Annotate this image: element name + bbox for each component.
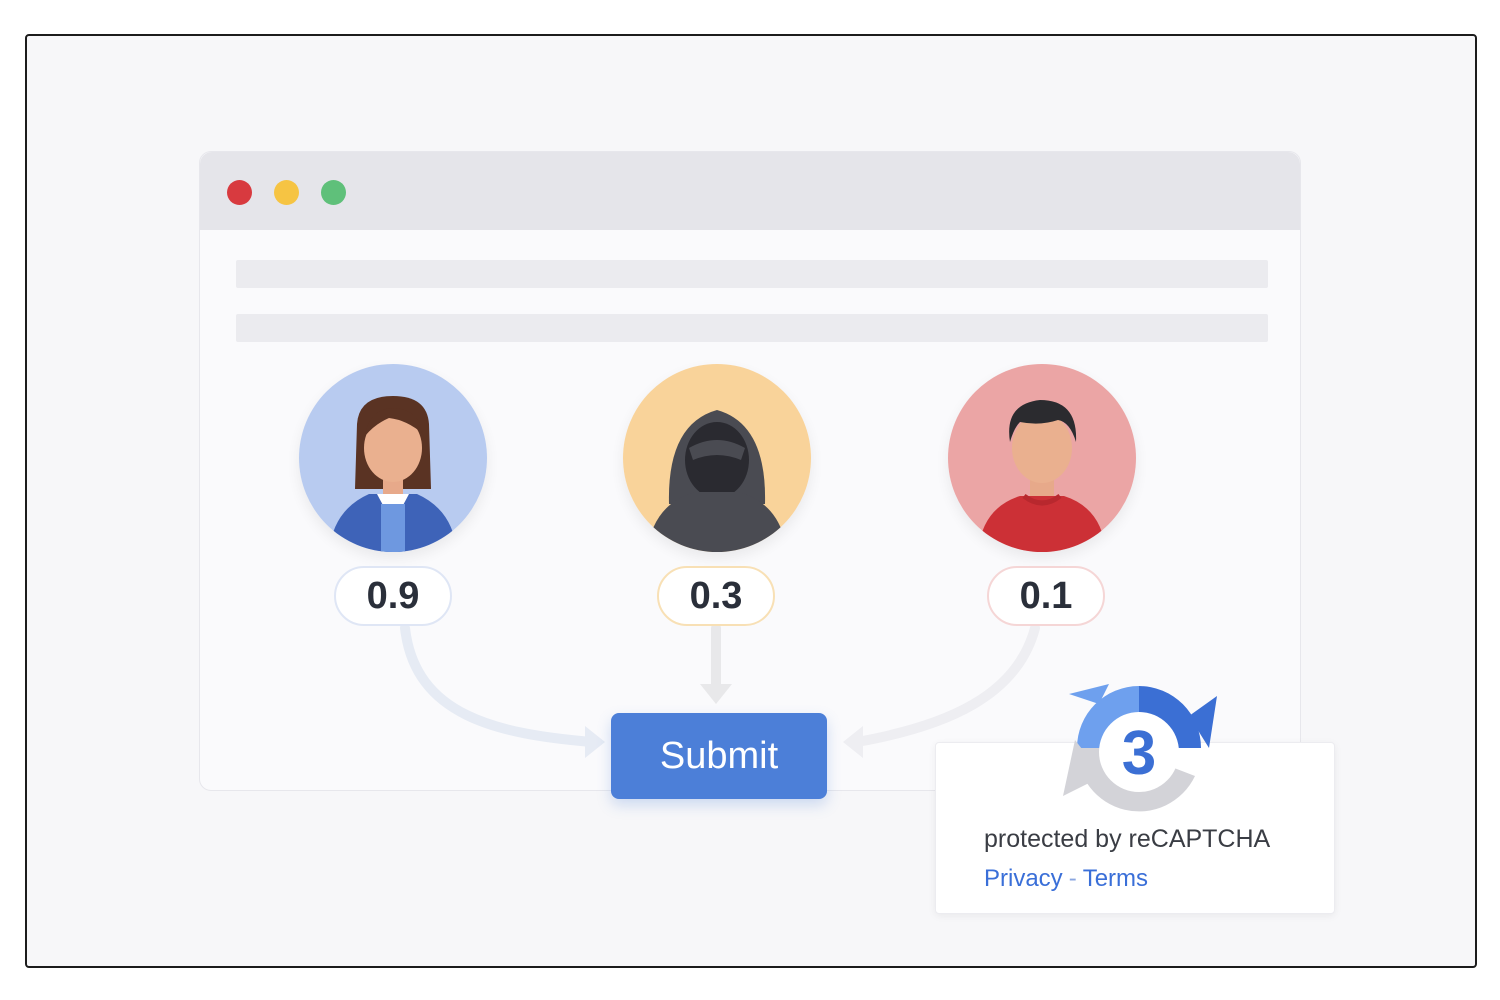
avatar-woman	[299, 364, 487, 552]
terms-link[interactable]: Terms	[1083, 865, 1148, 892]
arrow-right-head	[843, 726, 863, 758]
avatar-hooded-figure	[623, 364, 811, 552]
recaptcha-v3-icon: 3	[1063, 684, 1217, 812]
score-badge-suspicious: 0.3	[657, 566, 775, 626]
arrow-left	[400, 623, 597, 747]
score-badge-human: 0.9	[334, 566, 452, 626]
avatar-man	[948, 364, 1136, 552]
score-badge-bot: 0.1	[987, 566, 1105, 626]
illustration-frame: 0.9 0.3 0.1 Submit protected by reCAPTCH…	[25, 34, 1477, 968]
submit-button[interactable]: Submit	[611, 713, 827, 799]
recaptcha-links: Privacy - Terms	[984, 865, 1148, 893]
arrow-middle-head	[700, 684, 732, 704]
recaptcha-protected-text: protected by reCAPTCHA	[984, 825, 1271, 853]
recaptcha-logo-number: 3	[1122, 719, 1156, 788]
privacy-link[interactable]: Privacy	[984, 865, 1063, 892]
arrow-right	[852, 623, 1040, 747]
arrow-left-head	[585, 726, 605, 758]
link-separator: -	[1068, 865, 1077, 892]
